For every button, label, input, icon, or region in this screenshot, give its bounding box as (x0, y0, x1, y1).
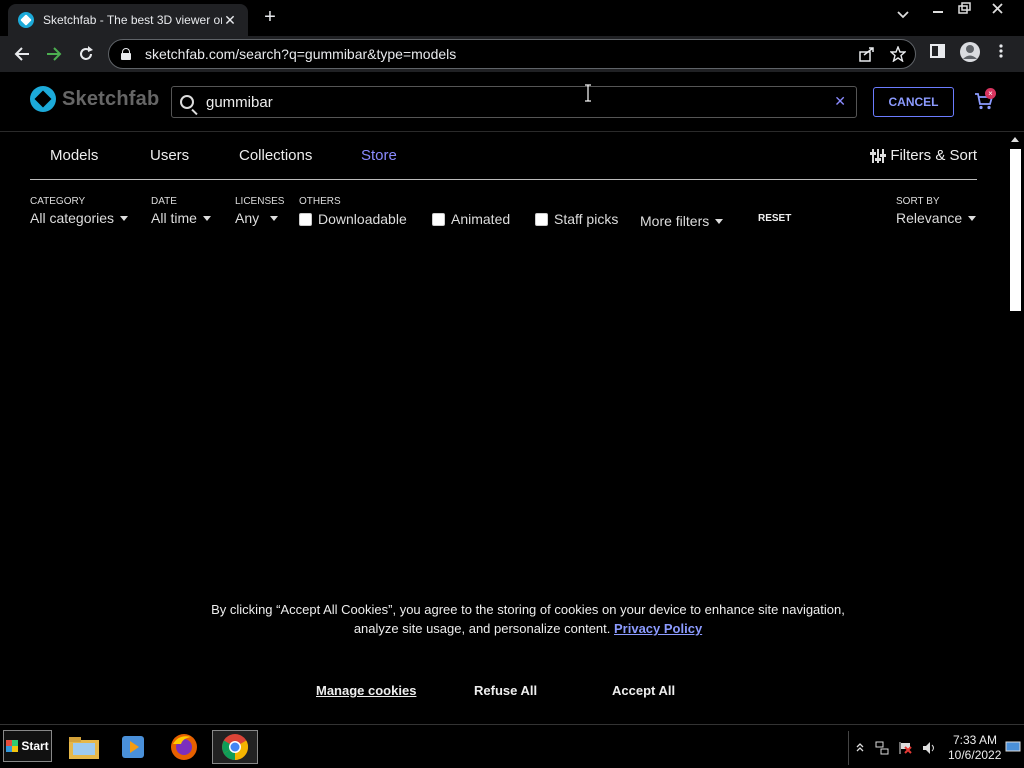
back-arrow-icon[interactable] (10, 42, 34, 66)
browser-tabstrip: Sketchfab - The best 3D viewer on the we… (0, 0, 1024, 36)
caret-down-icon (968, 216, 977, 222)
logo-text: Sketchfab (62, 87, 160, 110)
clear-search-icon[interactable]: ✕ (834, 93, 846, 110)
staff-picks-label: Staff picks (554, 211, 619, 227)
category-value[interactable]: All categories (30, 210, 114, 226)
sketchfab-logo[interactable]: Sketchfab (30, 86, 159, 112)
date-value[interactable]: All time (151, 210, 197, 226)
chrome-icon[interactable] (212, 730, 258, 764)
reload-icon[interactable] (74, 42, 98, 66)
others-filter: OTHERS (299, 196, 341, 210)
firefox-icon[interactable] (164, 730, 204, 764)
start-button[interactable]: Start (3, 730, 52, 762)
tab-models[interactable]: Models (29, 147, 119, 183)
browser-tab[interactable]: Sketchfab - The best 3D viewer on the we… (8, 4, 248, 36)
date-label: DATE (151, 196, 177, 207)
search-type-tabs: Models Users Collections Store Filters &… (29, 140, 977, 183)
search-input[interactable] (204, 92, 804, 112)
minimize-icon[interactable] (930, 2, 946, 20)
animated-checkbox[interactable]: Animated (432, 211, 510, 227)
downloadable-checkbox[interactable]: Downloadable (299, 211, 407, 227)
scroll-thumb[interactable] (1010, 149, 1021, 311)
browser-toolbar: sketchfab.com/search?q=gummibar&type=mod… (0, 36, 1024, 72)
cookie-notice: By clicking “Accept All Cookies”, you ag… (200, 600, 856, 638)
page-scrollbar[interactable] (1008, 135, 1022, 725)
address-bar[interactable]: sketchfab.com/search?q=gummibar&type=mod… (108, 39, 916, 69)
others-label: OTHERS (299, 196, 341, 207)
kebab-menu-icon[interactable] (998, 43, 1004, 63)
file-explorer-icon[interactable] (64, 730, 104, 764)
search-icon (180, 95, 194, 109)
show-hidden-icons-icon[interactable] (856, 741, 864, 755)
caret-down-icon (715, 218, 724, 224)
cart-badge: × (985, 88, 996, 99)
clock-time[interactable]: 7:33 AM (953, 733, 997, 747)
clock-date[interactable]: 10/6/2022 (948, 748, 1001, 762)
url-text[interactable]: sketchfab.com/search?q=gummibar&type=mod… (145, 46, 456, 62)
system-tray: 7:33 AM 10/6/2022 (848, 731, 1024, 765)
tab-close-icon[interactable]: ✕ (222, 12, 238, 29)
text-cursor-icon (584, 84, 592, 107)
search-box[interactable]: ✕ (171, 86, 857, 118)
tab-users[interactable]: Users (150, 147, 189, 164)
start-label: Start (21, 739, 49, 753)
site-header: Sketchfab ✕ CANCEL × (0, 72, 1024, 132)
windows-logo-icon (6, 740, 19, 752)
media-player-icon[interactable] (113, 730, 153, 764)
bookmark-star-icon[interactable] (889, 45, 907, 66)
more-filters-dropdown[interactable]: More filters (640, 213, 724, 229)
sort-label: SORT BY (896, 196, 940, 207)
restore-icon[interactable] (956, 2, 972, 20)
reset-button[interactable]: RESET (758, 213, 791, 224)
staff-picks-checkbox[interactable]: Staff picks (535, 211, 618, 227)
licenses-value[interactable]: Any (235, 210, 259, 226)
category-label: CATEGORY (30, 196, 86, 207)
category-filter[interactable]: CATEGORY All categories (30, 196, 129, 228)
cancel-button[interactable]: CANCEL (873, 87, 954, 117)
sketchfab-logo-icon (30, 86, 56, 112)
sketchfab-favicon-icon (18, 12, 34, 28)
cookie-text: By clicking “Accept All Cookies”, you ag… (211, 602, 845, 636)
profile-avatar-icon[interactable] (959, 41, 981, 67)
date-filter[interactable]: DATE All time (151, 196, 211, 228)
privacy-policy-link[interactable]: Privacy Policy (614, 621, 702, 636)
licenses-filter[interactable]: LICENSES Any (235, 196, 284, 228)
scroll-up-arrow-icon[interactable] (1011, 137, 1019, 142)
action-center-flag-icon[interactable] (898, 741, 912, 758)
tab-store[interactable]: Store (361, 147, 397, 164)
tab-search-chevron-icon[interactable] (897, 8, 909, 22)
volume-icon[interactable] (922, 741, 936, 758)
network-icon[interactable] (875, 741, 889, 758)
caret-down-icon (270, 216, 279, 222)
caret-down-icon (120, 216, 129, 222)
tab-title: Sketchfab - The best 3D viewer on the we… (43, 13, 222, 27)
caret-down-icon (202, 216, 211, 222)
lock-icon[interactable] (121, 48, 131, 60)
manage-cookies-button[interactable]: Manage cookies (316, 683, 416, 698)
more-filters-label: More filters (640, 213, 710, 229)
window-close-icon[interactable] (990, 2, 1006, 20)
filters-sort-label: Filters & Sort (890, 147, 977, 164)
show-desktop-icon[interactable] (1005, 741, 1021, 756)
checkbox-icon[interactable] (432, 212, 445, 226)
sort-dropdown[interactable]: SORT BY Relevance (896, 196, 977, 228)
licenses-label: LICENSES (235, 196, 285, 207)
new-tab-button[interactable]: + (259, 6, 281, 29)
refuse-all-button[interactable]: Refuse All (474, 683, 537, 698)
accept-all-button[interactable]: Accept All (612, 683, 675, 698)
tab-collections[interactable]: Collections (239, 147, 312, 164)
animated-label: Animated (451, 211, 511, 227)
checkbox-icon[interactable] (535, 212, 548, 226)
filters-sort-toggle[interactable]: Filters & Sort (870, 147, 977, 164)
taskbar: Start 7:33 AM 10/6/2022 (0, 724, 1024, 768)
sliders-icon (870, 148, 887, 163)
share-icon[interactable] (859, 46, 875, 66)
checkbox-icon[interactable] (299, 212, 312, 226)
forward-arrow-icon[interactable] (42, 42, 66, 66)
sort-value[interactable]: Relevance (896, 210, 962, 226)
downloadable-label: Downloadable (318, 211, 407, 227)
side-panel-icon[interactable] (930, 43, 946, 63)
